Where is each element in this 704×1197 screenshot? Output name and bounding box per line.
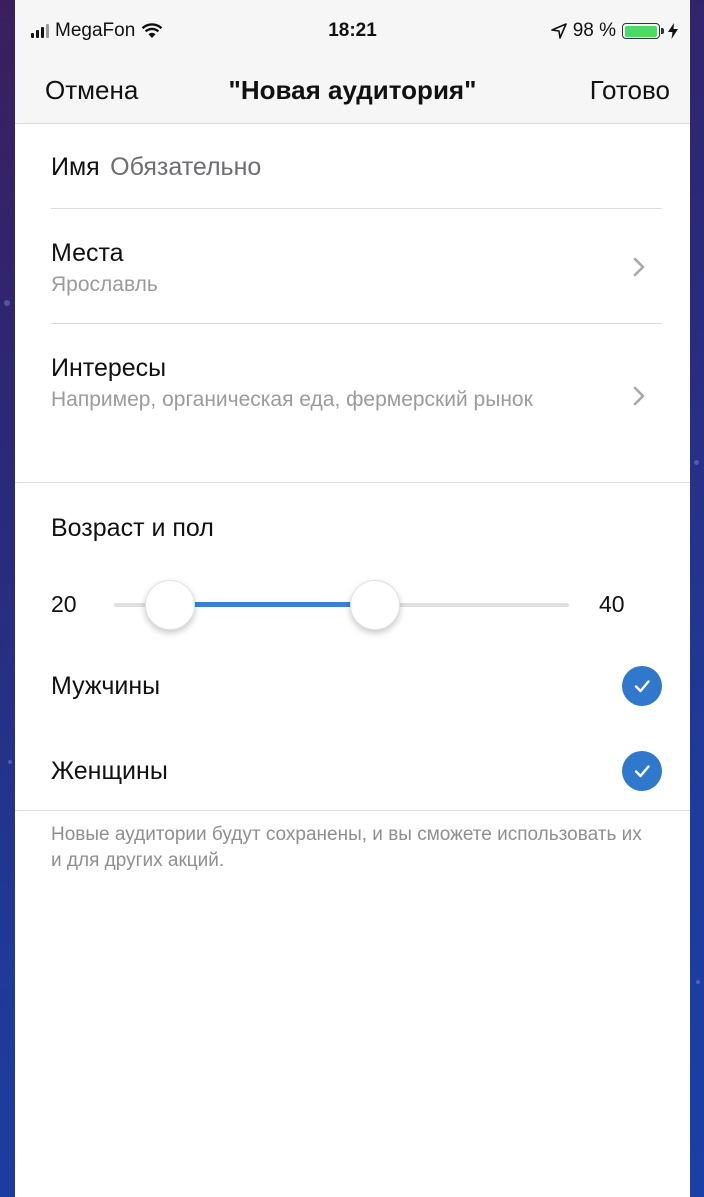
places-row[interactable]: Места Ярославль (15, 209, 690, 324)
battery-icon (622, 23, 664, 39)
women-row[interactable]: Женщины (15, 740, 690, 802)
women-checkmark-icon[interactable] (622, 751, 662, 791)
chevron-right-icon (626, 383, 652, 409)
slider-selected-range (172, 602, 373, 607)
interests-row[interactable]: Интересы Например, органическая еда, фер… (15, 324, 690, 482)
age-range-slider[interactable]: 20 40 (15, 570, 690, 640)
cancel-button[interactable]: Отмена (45, 75, 138, 106)
places-label: Места (51, 239, 124, 267)
background-sparkle (4, 300, 10, 306)
name-field[interactable]: Имя Обязательно (51, 153, 261, 182)
footer-note: Новые аудитории будут сохранены, и вы см… (51, 824, 642, 871)
men-checkmark-icon[interactable] (622, 666, 662, 706)
location-icon (550, 23, 567, 39)
name-placeholder: Обязательно (110, 153, 262, 181)
age-gender-title: Возраст и пол (51, 514, 214, 542)
men-label: Мужчины (51, 672, 161, 700)
section-divider (15, 810, 690, 811)
places-value: Ярославль (51, 273, 158, 296)
section-divider (15, 482, 690, 483)
navigation-bar: Отмена "Новая аудитория" Готово (15, 62, 690, 124)
status-bar: MegaFon 18:21 98 % (15, 0, 690, 62)
age-min-label: 20 (51, 591, 77, 617)
men-row[interactable]: Мужчины (15, 655, 690, 717)
interests-placeholder: Например, органическая еда, фермерский р… (51, 388, 533, 411)
women-label: Женщины (51, 757, 168, 785)
background-sparkle (696, 980, 700, 984)
status-right: 98 % (550, 20, 678, 42)
name-row[interactable]: Имя Обязательно (15, 124, 690, 209)
charging-icon (668, 23, 678, 39)
slider-max-handle[interactable] (350, 580, 400, 630)
slider-min-handle[interactable] (145, 580, 195, 630)
interests-label: Интересы (51, 354, 167, 382)
phone-screen: MegaFon 18:21 98 % Отмена "Новая аудитор… (15, 0, 690, 1197)
background-sparkle (694, 460, 699, 465)
background-sparkle (8, 760, 12, 764)
chevron-right-icon (626, 254, 652, 280)
age-max-label: 40 (599, 591, 625, 617)
done-button[interactable]: Готово (590, 75, 670, 106)
battery-percent: 98 % (572, 20, 616, 41)
name-label: Имя (51, 153, 100, 181)
